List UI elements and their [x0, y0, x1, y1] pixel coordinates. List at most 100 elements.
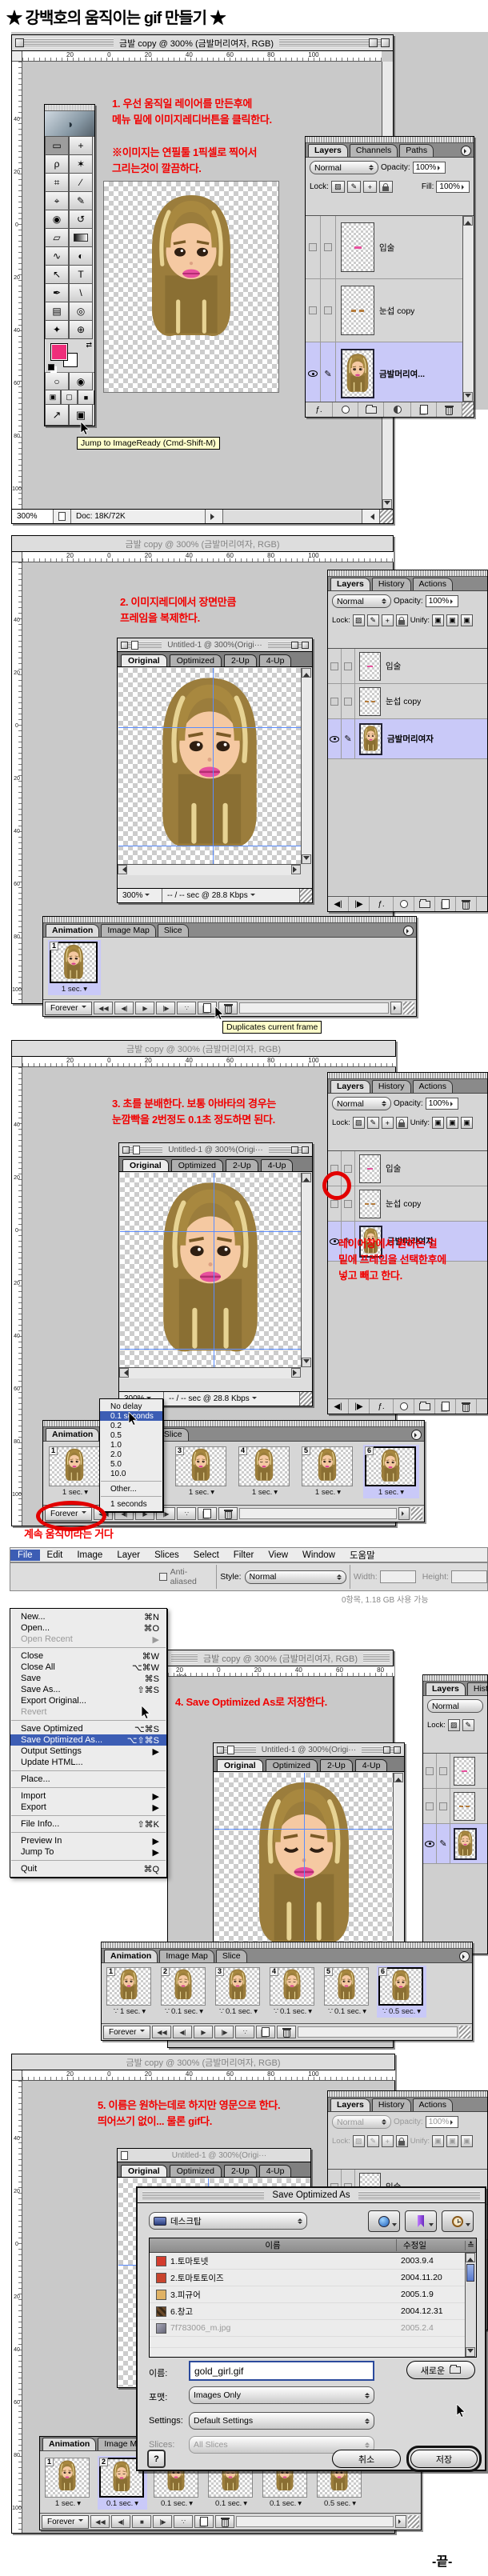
- menu-window[interactable]: Window: [295, 1550, 342, 1561]
- file-row[interactable]: 2.토마토토이즈 2004.11.20: [150, 2270, 465, 2286]
- collapse-box-icon[interactable]: [302, 1146, 309, 1154]
- doc-titlebar[interactable]: Untitled-1 @ 300%(Origi···: [119, 1143, 312, 1157]
- doc-titlebar[interactable]: Untitled-1 @ 300%(Origi···: [214, 1743, 404, 1757]
- visibility-toggle[interactable]: [330, 662, 338, 670]
- menu-item[interactable]: No delay: [100, 1402, 162, 1411]
- status-scroll-left[interactable]: [206, 510, 223, 523]
- layer-effects-icon[interactable]: ƒ.: [306, 402, 333, 417]
- lock-paint-button[interactable]: ✎: [367, 614, 379, 626]
- layer-mask-icon[interactable]: [333, 402, 358, 417]
- window-titlebar[interactable]: 금발 copy @ 300% (금발머리여자, RGB): [12, 1041, 395, 1057]
- layer-row[interactable]: [423, 1789, 487, 1824]
- looping-select[interactable]: Forever: [45, 1002, 92, 1015]
- blend-mode-select[interactable]: Normal: [427, 1699, 483, 1713]
- menu-item[interactable]: Open...⌘O: [10, 1622, 166, 1634]
- menu-item[interactable]: Save⌘S: [10, 1673, 166, 1684]
- frames-scrollbar[interactable]: [239, 1508, 397, 1519]
- frame-delay[interactable]: ∵1 sec.▾: [106, 2006, 153, 2016]
- tab-4up[interactable]: 4-Up: [355, 1759, 388, 1771]
- menu-item[interactable]: Save As...⇧⌘S: [10, 1684, 166, 1695]
- tab-optimized[interactable]: Optimized: [171, 1159, 223, 1171]
- frame-delay[interactable]: ∵0.5 sec.▾: [378, 2006, 425, 2016]
- layer-name[interactable]: 눈섭 copy: [381, 1198, 421, 1210]
- crop-tool-icon[interactable]: ⌗: [45, 174, 69, 192]
- path-select-tool-icon[interactable]: ↖: [45, 266, 69, 284]
- eye-icon[interactable]: [425, 1841, 434, 1847]
- doc-titlebar[interactable]: Untitled-1 @ 300%(Origi···: [118, 638, 312, 652]
- unify-position-button[interactable]: ▣: [432, 1117, 444, 1129]
- tab-layers[interactable]: Layers: [308, 144, 348, 157]
- tab-image-map[interactable]: Image Map: [159, 1950, 214, 1962]
- menu-item-current[interactable]: 1 seconds: [100, 1499, 162, 1509]
- frame-delay[interactable]: 1 sec.▾: [45, 2498, 91, 2508]
- column-date[interactable]: 수정일: [396, 2239, 465, 2251]
- tab-original[interactable]: Original: [217, 1759, 263, 1771]
- tab-layers[interactable]: Layers: [330, 1080, 370, 1093]
- animation-frame-selected[interactable]: 6 ∵0.5 sec.▾: [377, 1966, 426, 2018]
- animation-frame[interactable]: 1 1 sec.▾: [47, 1445, 103, 1498]
- tab-original[interactable]: Original: [121, 2165, 167, 2177]
- duplicate-frame-button[interactable]: [194, 2515, 214, 2528]
- stop-button[interactable]: ■: [132, 2515, 151, 2528]
- menu-item[interactable]: Export Original...: [10, 1695, 166, 1706]
- unify-style-button[interactable]: ▣: [461, 1117, 473, 1129]
- file-row[interactable]: 6.창고 2004.12.31: [150, 2303, 465, 2320]
- lock-paint-button[interactable]: ✎: [347, 181, 361, 193]
- menu-item[interactable]: New...⌘N: [10, 1611, 166, 1622]
- width-field[interactable]: [380, 1570, 416, 1583]
- layer-set-icon[interactable]: [414, 1399, 435, 1414]
- palette-grip[interactable]: [306, 137, 474, 143]
- delete-frame-button[interactable]: [277, 2026, 296, 2038]
- hand-tool-icon[interactable]: ✦: [45, 321, 69, 339]
- magic-wand-tool-icon[interactable]: ✶: [69, 155, 93, 174]
- foreground-color-swatch[interactable]: [50, 343, 68, 361]
- frame-delay[interactable]: 1 sec.▾: [365, 1486, 418, 1497]
- brush-tool-icon[interactable]: ✎: [69, 192, 93, 210]
- layer-row[interactable]: 눈섭 copy: [328, 1186, 487, 1222]
- tab-2up[interactable]: 2-Up: [226, 1159, 258, 1171]
- doc-vscroll[interactable]: [301, 668, 312, 864]
- animation-frame[interactable]: 1 ∵1 sec.▾: [105, 1966, 154, 2018]
- opacity-value[interactable]: 100%: [426, 595, 459, 607]
- layer-name[interactable]: 눈섭 copy: [374, 305, 414, 317]
- unify-position-button[interactable]: ▣: [432, 614, 444, 626]
- layer-name[interactable]: 금발머리여...: [374, 368, 425, 380]
- link-toggle[interactable]: [344, 698, 352, 706]
- palette-menu-icon[interactable]: [461, 146, 471, 156]
- tween-button[interactable]: ∵: [177, 1507, 196, 1520]
- delete-layer-icon[interactable]: [456, 897, 477, 911]
- toolbox-grip[interactable]: [45, 105, 94, 111]
- layer-set-icon[interactable]: [414, 897, 435, 911]
- default-colors-icon[interactable]: [48, 364, 54, 370]
- column-name[interactable]: 이름: [150, 2239, 396, 2251]
- file-row[interactable]: 1.토마토넷 2003.9.4: [150, 2253, 465, 2270]
- unify-visibility-button[interactable]: ▣: [446, 1117, 458, 1129]
- pen-tool-icon[interactable]: ✒: [45, 284, 69, 302]
- frame-delay[interactable]: 1 sec.▾: [302, 1486, 354, 1497]
- frames-scrollbar[interactable]: [298, 2026, 458, 2038]
- first-frame-button[interactable]: ◀◀: [94, 1002, 113, 1014]
- menu-item[interactable]: 10.0: [100, 1469, 162, 1478]
- new-layer-icon[interactable]: [435, 1399, 456, 1414]
- layer-row-selected[interactable]: ✎: [423, 1824, 487, 1864]
- close-box-icon[interactable]: [121, 642, 128, 649]
- status-scroll-right[interactable]: [362, 510, 380, 523]
- menu-item[interactable]: Jump To▶: [10, 1846, 166, 1858]
- resize-grip[interactable]: [403, 1002, 414, 1014]
- first-frame-button[interactable]: ◀◀: [90, 2515, 110, 2528]
- animation-frame[interactable]: 1 1 sec.▾: [43, 2456, 93, 2510]
- tab-layers[interactable]: Layers: [426, 1682, 466, 1695]
- layer-thumbnail[interactable]: [359, 723, 382, 755]
- window-titlebar[interactable]: 금발 copy @ 300% (금발머리여자, RGB): [168, 1650, 393, 1666]
- layer-mask-icon[interactable]: [394, 897, 414, 911]
- layer-row[interactable]: 눈섭 copy: [328, 684, 487, 719]
- layer-thumbnail[interactable]: [454, 1757, 475, 1786]
- help-button[interactable]: ?: [147, 2450, 166, 2468]
- next-frame-icon[interactable]: |▶: [349, 897, 370, 911]
- layer-row[interactable]: 입술: [328, 649, 487, 684]
- tab-actions[interactable]: Actions: [413, 578, 453, 590]
- delete-frame-button[interactable]: [215, 2515, 234, 2528]
- healing-brush-tool-icon[interactable]: ⌖: [45, 192, 69, 210]
- doc-canvas[interactable]: [118, 668, 301, 864]
- opacity-value[interactable]: 100%: [426, 1098, 459, 1110]
